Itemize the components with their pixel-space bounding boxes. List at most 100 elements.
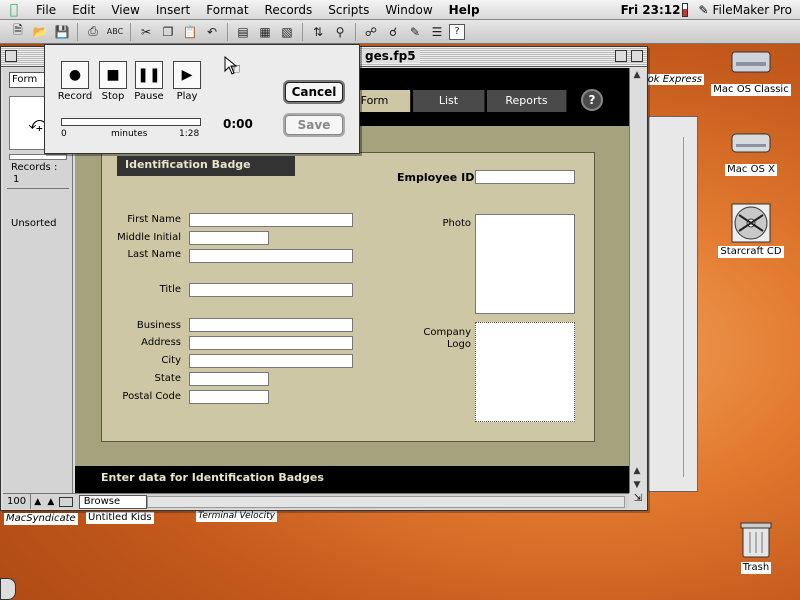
sound-record-dialog: ● ■ ❚❚ ▶ Record Stop Pause Play ☜ Cancel… (44, 44, 360, 154)
help-button[interactable]: ? (581, 89, 603, 111)
play-icon[interactable]: ▶ (173, 61, 201, 89)
menu-format[interactable]: Format (198, 0, 256, 20)
menu-file[interactable]: File (28, 0, 64, 20)
collapse-box[interactable] (631, 50, 643, 62)
desktop-icon-trash[interactable]: Trash (711, 520, 800, 574)
pause-icon[interactable]: ❚❚ (135, 61, 163, 89)
record-label: Record (57, 91, 93, 102)
new-file-icon[interactable]: 🗎 (8, 22, 28, 42)
business-field[interactable] (189, 318, 353, 332)
menu-window[interactable]: Window (377, 0, 440, 20)
sort-icon[interactable]: ⇅ (308, 22, 328, 42)
last-name-field[interactable] (189, 249, 353, 263)
copy-icon[interactable]: ❐ (158, 22, 178, 42)
collapsed-tab-icon[interactable] (0, 578, 16, 600)
close-box[interactable] (5, 50, 17, 62)
middle-initial-field[interactable] (189, 231, 269, 245)
scroll-up-icon[interactable]: ▲ (630, 68, 644, 82)
cut-icon[interactable]: ✂ (136, 22, 156, 42)
vertical-scrollbar[interactable]: ▲ ▲ ▼ (629, 68, 645, 493)
print-icon[interactable]: ⎙ (83, 22, 103, 42)
trash-icon (734, 520, 778, 558)
toolbar-divider (227, 22, 228, 41)
sort-status: Unsorted (11, 218, 57, 229)
photo-label: Photo (442, 218, 471, 229)
postal-code-field[interactable] (189, 390, 269, 404)
menu-help[interactable]: Help (441, 0, 488, 20)
address-label: Address (141, 337, 181, 348)
mode-popup[interactable]: Browse (78, 494, 147, 509)
zoom-in-icon[interactable]: ▲ (44, 497, 57, 507)
desktop-icon-mac-os-classic[interactable]: Mac OS Classic (706, 42, 796, 96)
address-field[interactable] (189, 336, 353, 350)
app-switcher-icon[interactable]: ✎ (698, 3, 708, 17)
battery-icon[interactable] (682, 2, 689, 17)
menu-records[interactable]: Records (257, 0, 321, 20)
first-name-field[interactable] (189, 213, 353, 227)
status-area-toggle-icon[interactable] (59, 496, 73, 507)
clock[interactable]: Fri 23:12 (613, 0, 683, 20)
city-field[interactable] (189, 354, 353, 368)
layout-footer: Enter data for Identification Badges (75, 466, 629, 493)
open-folder-icon[interactable]: 📂 (30, 22, 50, 42)
horizontal-scrollbar[interactable] (146, 495, 625, 508)
toolbar-divider (302, 22, 303, 41)
hard-disk-icon (729, 42, 773, 80)
panel-title: Identification Badge (117, 156, 295, 176)
employee-id-field[interactable] (475, 170, 575, 184)
apple-menu-icon[interactable]:  (0, 2, 28, 18)
tab-reports[interactable]: Reports (487, 90, 567, 112)
save-button[interactable]: Save (285, 115, 343, 135)
title-label: Title (159, 284, 181, 295)
menu-scripts[interactable]: Scripts (320, 0, 377, 20)
company-logo-field[interactable] (475, 322, 575, 422)
preview-mode-icon[interactable]: ☰ (427, 22, 447, 42)
desktop-icon-express-label: ok Express (645, 74, 704, 85)
play-label: Play (176, 91, 198, 102)
last-name-label: Last Name (127, 249, 181, 260)
background-window[interactable] (648, 116, 698, 492)
title-field[interactable] (189, 283, 353, 297)
new-record-icon[interactable]: ▤ (233, 22, 253, 42)
menu-edit[interactable]: Edit (64, 0, 103, 20)
cancel-button[interactable]: Cancel (285, 82, 343, 102)
browse-mode-icon[interactable]: ☍ (361, 22, 381, 42)
tab-list[interactable]: List (413, 90, 485, 112)
menu-view[interactable]: View (103, 0, 147, 20)
scroll-down-icon[interactable]: ▼ (630, 478, 644, 492)
menu-insert[interactable]: Insert (148, 0, 198, 20)
help-icon[interactable]: ? (449, 23, 465, 40)
status-divider (7, 188, 69, 189)
zoom-out-icon[interactable]: ▲ (31, 497, 44, 507)
record-icon[interactable]: ● (61, 61, 89, 89)
cd-icon (729, 203, 773, 243)
zoom-box[interactable] (615, 50, 627, 62)
paste-icon[interactable]: 📋 (180, 22, 200, 42)
record-slider[interactable] (9, 154, 67, 160)
bottom-bar: 100 ▲ ▲ Browse (3, 493, 629, 509)
desktop-icon-mac-os-x[interactable]: Mac OS X (706, 122, 796, 176)
zoom-level[interactable]: 100 (3, 494, 32, 509)
delete-record-icon[interactable]: ▧ (277, 22, 297, 42)
window-title: ges.fp5 (361, 49, 420, 63)
undo-icon[interactable]: ↶ (202, 22, 222, 42)
duplicate-record-icon[interactable]: ▦ (255, 22, 275, 42)
app-switcher[interactable]: FileMaker Pro (713, 0, 800, 20)
resize-grip-icon[interactable]: ⇲ (631, 493, 645, 509)
photo-field[interactable] (475, 214, 575, 314)
desktop-icon-starcraft-cd[interactable]: Starcraft CD (706, 203, 796, 258)
desktop-icon-terminal-velocity-label[interactable]: Terminal Velocity (196, 510, 277, 522)
find-icon[interactable]: ⚲ (330, 22, 350, 42)
spelling-icon[interactable]: ABC (105, 22, 125, 42)
first-name-label: First Name (127, 214, 181, 225)
desktop-icon-untitled-kids-label[interactable]: Untitled Kids (86, 512, 154, 524)
pause-label: Pause (134, 91, 164, 102)
stop-icon[interactable]: ■ (99, 61, 127, 89)
find-mode-icon[interactable]: ☌ (383, 22, 403, 42)
state-field[interactable] (189, 372, 269, 386)
desktop-icon-macsyndicate-label[interactable]: MacSyndicate (4, 513, 78, 525)
scroll-up-arrow-icon[interactable]: ▲ (630, 464, 644, 478)
background-window-divider (683, 137, 684, 477)
save-icon[interactable]: 💾 (52, 22, 72, 42)
layout-mode-icon[interactable]: ✎ (405, 22, 425, 42)
